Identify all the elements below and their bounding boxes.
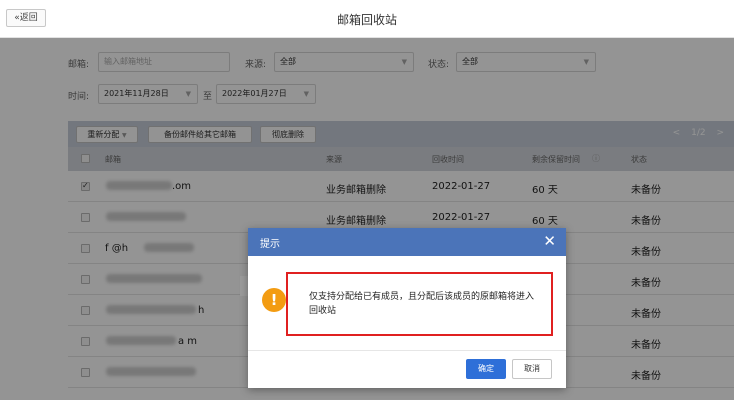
- dialog-title: 提示: [260, 239, 280, 250]
- cancel-button[interactable]: 取消: [512, 359, 552, 379]
- dialog-message: 仅支持分配给已有成员，且分配后该成员的原邮箱将进入回收站: [309, 292, 535, 316]
- dialog-header: 提示 ✕: [248, 228, 566, 256]
- top-bar: «返回 邮箱回收站: [0, 0, 734, 38]
- close-icon[interactable]: ✕: [543, 232, 556, 250]
- drag-handle: [240, 276, 248, 296]
- tip-dialog: 提示 ✕ ! 仅支持分配给已有成员，且分配后该成员的原邮箱将进入回收站 确定 取…: [248, 228, 566, 388]
- confirm-button[interactable]: 确定: [466, 359, 506, 379]
- page-title: 邮箱回收站: [336, 13, 397, 27]
- warning-icon: !: [262, 288, 286, 312]
- dialog-footer: 确定 取消: [248, 350, 566, 388]
